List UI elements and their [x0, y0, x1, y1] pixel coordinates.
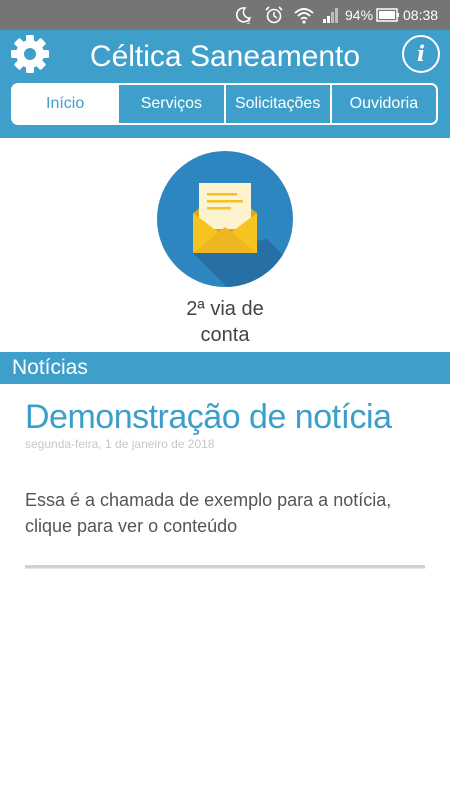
wifi-icon	[294, 8, 314, 24]
battery-percent: 94%	[345, 7, 374, 23]
tab-bar: Início Serviços Solicitações Ouvidoria	[11, 83, 438, 125]
second-copy-bill-shortcut[interactable]: 2ª via de conta	[0, 138, 450, 352]
app-bar: Céltica Saneamento i Início Serviços Sol…	[0, 30, 450, 138]
divider	[25, 565, 425, 569]
status-bar: z 94% 08:38	[0, 0, 450, 30]
news-summary[interactable]: Essa é a chamada de exemplo para a notíc…	[25, 487, 425, 539]
news-title[interactable]: Demonstração de notícia	[25, 398, 425, 437]
battery-icon	[376, 8, 399, 22]
tab-ouvidoria[interactable]: Ouvidoria	[329, 85, 436, 123]
tab-servicos[interactable]: Serviços	[117, 85, 223, 123]
clock: 08:38	[403, 7, 439, 23]
tab-solicitacoes[interactable]: Solicitações	[223, 85, 330, 123]
news-section-header: Notícias	[0, 352, 450, 384]
moon-icon: z	[235, 7, 252, 25]
app-title: Céltica Saneamento	[89, 40, 361, 73]
news-date: segunda-feira, 1 de janeiro de 2018	[25, 437, 215, 451]
signal-icon	[323, 8, 338, 23]
envelope-letter-icon[interactable]	[157, 151, 293, 287]
second-copy-label-line2: conta	[200, 324, 250, 346]
tab-inicio[interactable]: Início	[13, 85, 118, 123]
second-copy-label: 2ª via de conta	[150, 296, 300, 348]
info-icon[interactable]: i	[402, 35, 440, 73]
alarm-icon	[265, 6, 283, 24]
news-item[interactable]: Demonstração de notícia segunda-feira, 1…	[25, 384, 425, 569]
svg-text:z: z	[247, 19, 251, 25]
second-copy-label-line1: 2ª via de	[186, 298, 264, 320]
